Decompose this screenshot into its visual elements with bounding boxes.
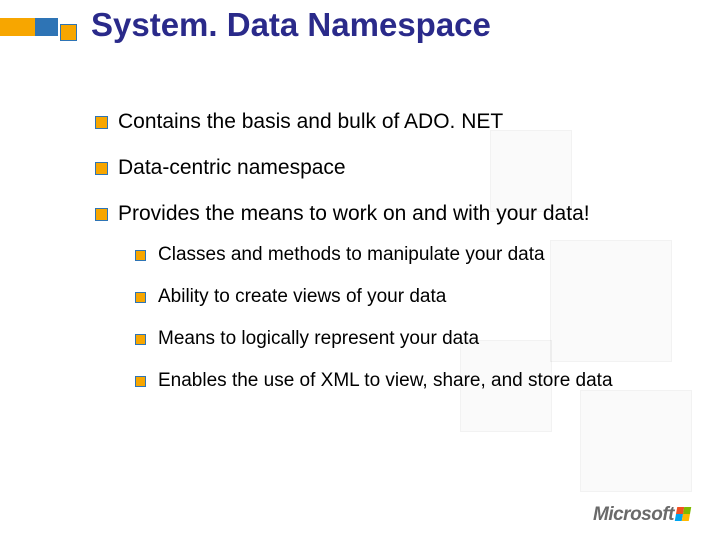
bullet-text: Provides the means to work on and with y… <box>118 202 590 226</box>
accent-bar <box>0 18 58 36</box>
square-bullet-icon <box>95 208 108 221</box>
slide: System. Data Namespace Contains the basi… <box>0 0 720 540</box>
bullet-level2: Means to logically represent your data <box>135 328 680 350</box>
bullet-text: Enables the use of XML to view, share, a… <box>158 370 613 392</box>
bullet-level2: Enables the use of XML to view, share, a… <box>135 370 680 392</box>
bullet-level1: Contains the basis and bulk of ADO. NET <box>95 110 680 134</box>
sub-bullets: Classes and methods to manipulate your d… <box>135 244 680 392</box>
bullet-level2: Classes and methods to manipulate your d… <box>135 244 680 266</box>
bullet-text: Data-centric namespace <box>118 156 346 180</box>
slide-title: System. Data Namespace <box>91 6 491 44</box>
square-bullet-icon <box>135 250 146 261</box>
logo-text: Microsoft <box>593 504 674 526</box>
square-bullet-icon <box>135 334 146 345</box>
microsoft-logo: Microsoft <box>593 504 690 526</box>
microsoft-flag-icon <box>675 507 691 521</box>
square-bullet-icon <box>60 24 77 41</box>
square-bullet-icon <box>95 116 108 129</box>
bullet-level1: Provides the means to work on and with y… <box>95 202 680 226</box>
bullet-level1: Data-centric namespace <box>95 156 680 180</box>
bullet-text: Classes and methods to manipulate your d… <box>158 244 545 266</box>
square-bullet-icon <box>95 162 108 175</box>
bullet-text: Ability to create views of your data <box>158 286 446 308</box>
title-row: System. Data Namespace <box>60 6 491 44</box>
bullet-level2: Ability to create views of your data <box>135 286 680 308</box>
bullet-text: Means to logically represent your data <box>158 328 479 350</box>
bullet-text: Contains the basis and bulk of ADO. NET <box>118 110 503 134</box>
square-bullet-icon <box>135 292 146 303</box>
slide-body: Contains the basis and bulk of ADO. NET … <box>95 110 680 412</box>
square-bullet-icon <box>135 376 146 387</box>
